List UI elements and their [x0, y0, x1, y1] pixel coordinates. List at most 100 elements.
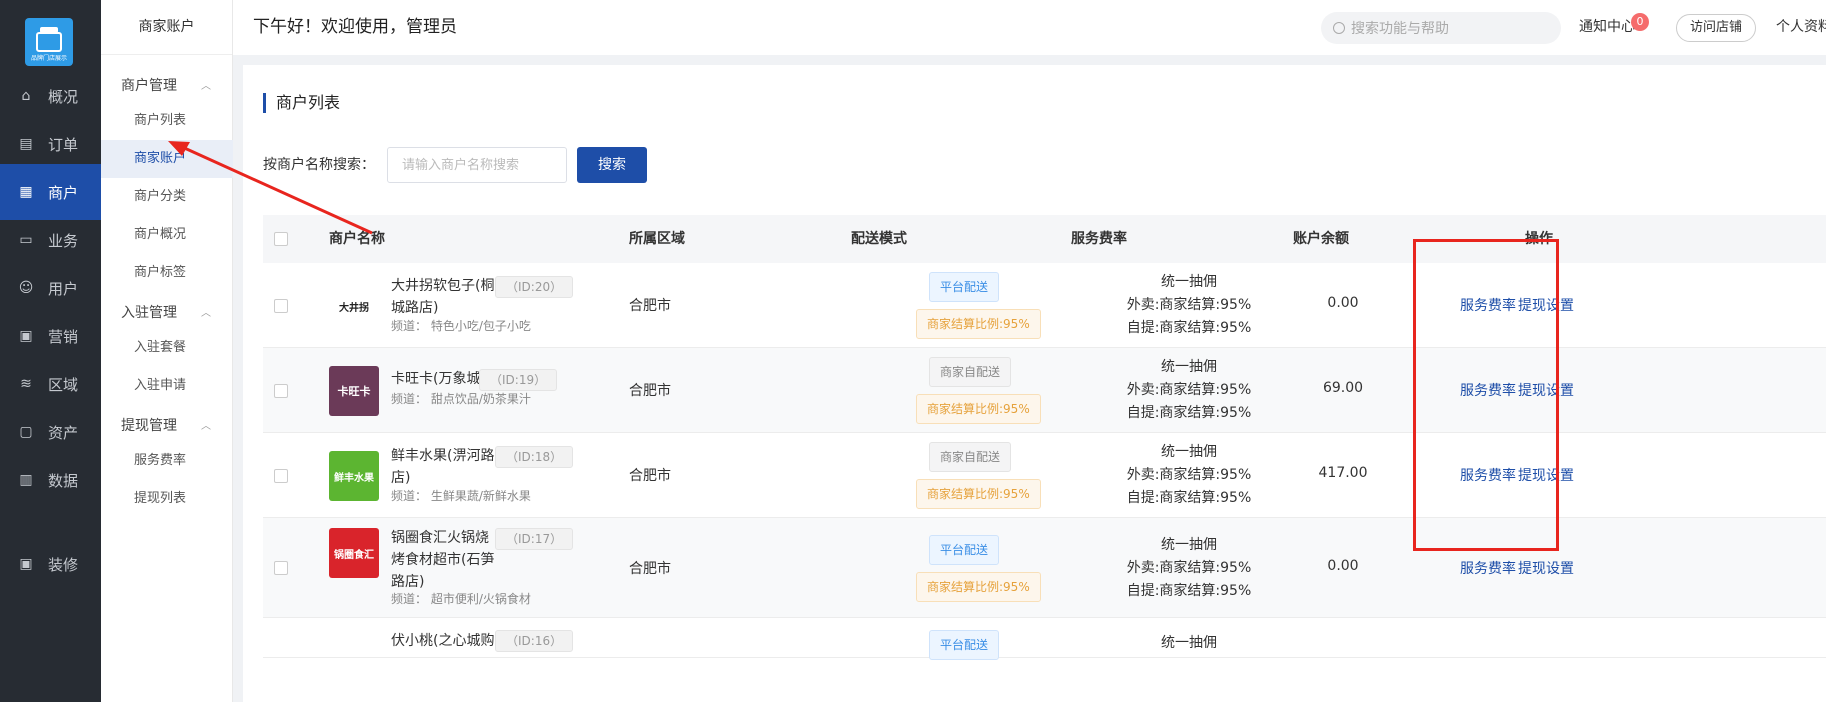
col-service-rate: 服务费率 [1071, 231, 1127, 247]
merchant-region: 合肥市 [629, 561, 671, 577]
merchant-channel: 频道： 特色小吃/包子小吃 [391, 319, 531, 333]
subnav-title: 商家账户 [101, 0, 232, 55]
nav-label: 概况 [48, 87, 79, 106]
wallet-icon: ▢ [19, 424, 33, 440]
nav-item-decoration[interactable]: ▣ 装修 [0, 536, 101, 592]
lock-icon: ▣ [19, 556, 33, 572]
withdrawal-settings-link[interactable]: 提现设置 [1518, 558, 1574, 578]
merchant-channel: 频道： 甜点饮品/奶茶果汁 [391, 392, 531, 406]
subnav-item-onboarding-package[interactable]: 入驻套餐 [101, 329, 233, 367]
service-rate-info: 统一抽佣 [1161, 635, 1217, 651]
account-balance: 69.00 [1322, 380, 1364, 396]
settlement-ratio-tag: 商家结算比例:95% [916, 479, 1041, 509]
account-balance: 0.00 [1327, 295, 1359, 311]
subnav-item-merchant-category[interactable]: 商户分类 [101, 178, 233, 216]
rate-line: 外卖:商家结算:95% [1126, 467, 1252, 483]
profile-link[interactable]: 个人资料 [1776, 0, 1826, 55]
notification-center-link[interactable]: 通知中心 [1579, 0, 1635, 55]
row-checkbox[interactable] [274, 561, 288, 575]
top-header: 下午好！欢迎使用，管理员 搜索功能与帮助 通知中心 0 访问店铺 个人资料 [233, 0, 1826, 55]
subnav-group-withdrawal[interactable]: 提现管理 ︿ [101, 415, 233, 435]
merchant-name: 鲜丰水果(淠河路店) [391, 448, 495, 486]
nav-label: 业务 [48, 231, 79, 250]
nav-label: 装修 [48, 555, 79, 574]
merchant-logo: 大井拐 [329, 281, 379, 331]
settlement-ratio-tag: 商家结算比例:95% [916, 572, 1041, 602]
search-button[interactable]: 搜索 [577, 147, 647, 183]
delivery-tag: 平台配送 [929, 535, 1000, 565]
chevron-up-icon: ︿ [201, 421, 211, 432]
select-all-checkbox[interactable] [274, 232, 288, 246]
logo-caption: 品牌门店展示 [30, 55, 67, 62]
table-row: 伏小桃(之心城购 （ID:16） 平台配送 统一抽佣 [263, 618, 1826, 660]
global-search-input[interactable]: 搜索功能与帮助 [1321, 12, 1561, 44]
merchant-channel: 频道： 超市便利/火锅食材 [391, 592, 531, 606]
col-balance: 账户余额 [1293, 231, 1349, 247]
presentation-icon: ⌂ [21, 88, 31, 104]
merchant-channel: 频道： 生鲜果蔬/新鲜水果 [391, 489, 531, 503]
merchant-id-tag: （ID:20） [495, 276, 574, 298]
store-icon [36, 27, 62, 52]
merchant-id-tag: （ID:19） [479, 369, 558, 391]
account-balance: 417.00 [1318, 465, 1368, 481]
settlement-ratio-tag: 商家结算比例:95% [916, 394, 1041, 424]
table-row: 锅圈食汇 锅圈食汇火锅烧烤食材超市(石笋路店) （ID:17） 频道： 超市便利… [263, 518, 1826, 618]
merchant-logo: 鲜丰水果 [329, 451, 379, 501]
subnav-item-merchant-account[interactable]: 商家账户 [101, 140, 233, 178]
nav-label: 资产 [48, 423, 79, 442]
highlight-box [1413, 239, 1559, 551]
service-rate-link[interactable]: 服务费率 [1460, 558, 1516, 578]
nav-item-data[interactable]: ▥ 数据 [0, 452, 101, 508]
subnav-item-merchant-overview[interactable]: 商户概况 [101, 216, 233, 254]
main-card: 商户列表 按商户名称搜索： 搜索 商户名称 所属区域 配送模式 服务费率 账户余… [243, 65, 1826, 702]
table-row: 卡旺卡 卡旺卡(万象城店) （ID:19） 频道： 甜点饮品/奶茶果汁 合肥市 … [263, 348, 1826, 433]
notification-badge: 0 [1631, 13, 1649, 31]
row-checkbox[interactable] [274, 299, 288, 313]
nav-label: 区域 [48, 375, 79, 394]
group-label: 入驻管理 [121, 305, 177, 321]
subnav-item-merchant-tags[interactable]: 商户标签 [101, 254, 233, 292]
subnav-item-merchant-list[interactable]: 商户列表 [101, 102, 233, 140]
nav-label: 营销 [48, 327, 79, 346]
subnav-item-withdrawal-list[interactable]: 提现列表 [101, 480, 233, 518]
subnav-group-merchant-mgmt[interactable]: 商户管理 ︿ [101, 75, 233, 95]
service-rate-info: 统一抽佣 外卖:商家结算:95% 自提:商家结算:95% [1069, 271, 1309, 340]
settlement-ratio-tag: 商家结算比例:95% [916, 309, 1041, 339]
app-logo[interactable]: 品牌门店展示 [25, 18, 73, 66]
service-rate-info: 统一抽佣 外卖:商家结算:95% 自提:商家结算:95% [1069, 534, 1309, 603]
subnav-item-service-rate[interactable]: 服务费率 [101, 442, 233, 480]
col-delivery: 配送模式 [851, 231, 907, 247]
merchant-search-input[interactable] [387, 147, 567, 183]
user-icon: ☺ [18, 280, 34, 296]
merchant-name: 锅圈食汇火锅烧烤食材超市(石笋路店) [391, 530, 495, 590]
rate-line: 统一抽佣 [1161, 537, 1217, 553]
greeting-text: 下午好！欢迎使用，管理员 [253, 17, 457, 37]
nav-label: 用户 [48, 279, 79, 298]
merchant-id-tag: （ID:18） [495, 446, 574, 468]
table-row: 大井拐 大井拐软包子(桐城路店) （ID:20） 频道： 特色小吃/包子小吃 合… [263, 263, 1826, 348]
delivery-tag: 平台配送 [929, 272, 1000, 302]
secondary-nav: 商家账户 商户管理 ︿ 商户列表 商家账户 商户分类 商户概况 商户标签 入驻管理… [101, 0, 233, 702]
merchant-id-tag: （ID:17） [495, 528, 574, 550]
subnav-group-onboarding[interactable]: 入驻管理 ︿ [101, 302, 233, 322]
subnav-item-onboarding-application[interactable]: 入驻申请 [101, 367, 233, 405]
delivery-tag: 商家自配送 [929, 357, 1012, 387]
service-rate-info: 统一抽佣 外卖:商家结算:95% 自提:商家结算:95% [1069, 441, 1309, 510]
merchant-id-tag: （ID:16） [495, 630, 574, 652]
rate-line: 统一抽佣 [1161, 444, 1217, 460]
visit-store-button[interactable]: 访问店铺 [1676, 14, 1756, 42]
building-icon: ▦ [19, 184, 33, 200]
search-label: 按商户名称搜索： [263, 157, 375, 173]
rate-line: 自提:商家结算:95% [1126, 320, 1252, 336]
row-checkbox[interactable] [274, 469, 288, 483]
delivery-tag: 商家自配送 [929, 442, 1012, 472]
merchant-table: 商户名称 所属区域 配送模式 服务费率 账户余额 操作 大井拐 大井拐软包子(桐… [263, 215, 1826, 660]
nav-label: 订单 [48, 135, 79, 154]
monitor-icon: ▭ [19, 232, 33, 248]
rate-line: 自提:商家结算:95% [1126, 583, 1252, 599]
rate-line: 自提:商家结算:95% [1126, 405, 1252, 421]
col-region: 所属区域 [629, 231, 685, 247]
rate-line: 自提:商家结算:95% [1126, 490, 1252, 506]
row-checkbox[interactable] [274, 384, 288, 398]
merchant-logo: 锅圈食汇 [329, 528, 379, 578]
